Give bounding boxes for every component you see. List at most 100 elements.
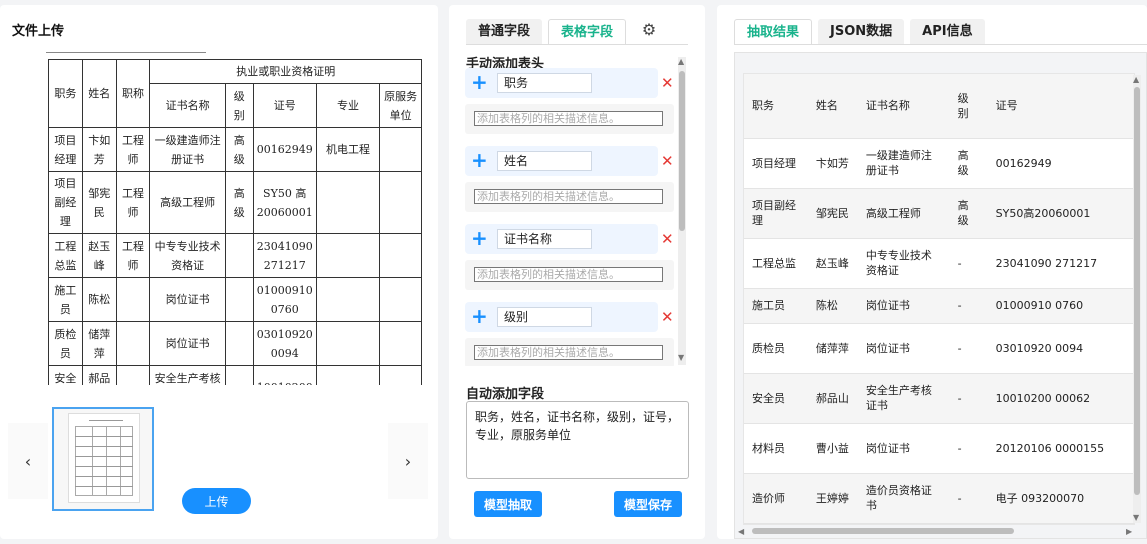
field-name-input[interactable]: 级别 bbox=[497, 307, 592, 327]
auto-field-textarea[interactable]: 职务，姓名，证书名称，级别，证号，专业，原服务单位 bbox=[466, 401, 689, 479]
table-row[interactable]: 质检员 储萍萍 岗位证书 -03010920 0094 bbox=[744, 323, 1134, 374]
tab-table-fields[interactable]: 表格字段 bbox=[548, 19, 627, 45]
table-row[interactable]: 造价师 王婷婷 造价员资格证书 - 电子 093200070 bbox=[744, 473, 1134, 524]
result-cell: 高级 bbox=[949, 188, 988, 239]
field-config-panel: 普通字段 表格字段 ⚙ 手动添加表头 + 职务 ✕ 添加表格列的相关描述信息。 + 姓名 ✕… bbox=[449, 5, 705, 539]
field-name-input[interactable]: 职务 bbox=[497, 73, 592, 93]
thumb-prev-button[interactable]: ‹ bbox=[8, 423, 48, 499]
tab-json-data[interactable]: JSON数据 bbox=[818, 19, 905, 45]
plus-icon[interactable]: + bbox=[471, 305, 488, 327]
result-cell: 23041090 271217 bbox=[987, 238, 1134, 289]
scroll-down-icon[interactable]: ▼ bbox=[1133, 513, 1139, 522]
doc-row: 施工员 陈松 岗位证书 01000910 0760 bbox=[48, 277, 422, 322]
result-header-cell: 证书名称 bbox=[857, 74, 950, 139]
document-preview[interactable]: 职务 姓名 职称 执业或职业资格证明 证书名称 级别 证号 专业 原服务单位 项目经理 卞如芳 工程师… bbox=[46, 43, 422, 385]
field-desc-row: 添加表格列的相关描述信息。 bbox=[465, 104, 674, 134]
result-table: 职务 姓名 证书名称 级别 证号 项目经理 卞如芳 一级建造师注册证书 高级 00162949 项目… bbox=[744, 74, 1134, 524]
result-cell: 岗位证书 bbox=[857, 288, 950, 324]
model-extract-button[interactable]: 模型抽取 bbox=[474, 491, 542, 517]
doc-cell: 机电工程 bbox=[315, 127, 381, 172]
field-header-row: + 证书名称 ✕ bbox=[465, 224, 674, 254]
doc-cell: 03010920 0094 bbox=[252, 321, 317, 366]
plus-icon[interactable]: + bbox=[471, 71, 488, 93]
doc-cell: 高级 bbox=[224, 171, 254, 234]
result-header-cell: 级别 bbox=[949, 74, 988, 139]
result-cell: - bbox=[949, 373, 988, 424]
plus-icon[interactable]: + bbox=[471, 149, 488, 171]
doc-cell bbox=[379, 127, 422, 172]
doc-cell: 专业 bbox=[315, 83, 381, 128]
doc-cell: 姓名 bbox=[81, 59, 117, 128]
close-icon[interactable]: ✕ bbox=[661, 74, 674, 92]
doc-cell: 赵玉峰 bbox=[81, 233, 117, 278]
doc-cell bbox=[224, 321, 254, 366]
field-header-row: + 姓名 ✕ bbox=[465, 146, 674, 176]
table-row[interactable]: 安全员 郝品山 安全生产考核证书 -10010200 00062 bbox=[744, 373, 1134, 424]
result-cell: 安全员 bbox=[744, 373, 808, 424]
field-desc-input[interactable]: 添加表格列的相关描述信息。 bbox=[474, 111, 663, 126]
result-cell: 郝品山 bbox=[807, 373, 858, 424]
scroll-down-icon[interactable]: ▼ bbox=[678, 353, 684, 362]
field-desc-input[interactable]: 添加表格列的相关描述信息。 bbox=[474, 345, 663, 360]
close-icon[interactable]: ✕ bbox=[661, 308, 674, 326]
doc-row: 工程总监 赵玉峰 工程师 中专专业技术资格证 23041090 271217 bbox=[48, 233, 422, 278]
table-row[interactable]: 项目副经理 邹宪民 高级工程师 高级 SY50高20060001 bbox=[744, 188, 1134, 239]
page-thumbnail[interactable] bbox=[52, 407, 154, 511]
doc-row: 安全员郝品山 安全生产考核证书 10010200 bbox=[48, 365, 422, 385]
scrollbar-thumb[interactable] bbox=[752, 528, 1014, 534]
result-vscroll[interactable]: ▲ ▼ bbox=[1133, 75, 1141, 523]
result-cell: 邹宪民 bbox=[807, 188, 858, 239]
doc-cell: 中专专业技术资格证 bbox=[149, 233, 226, 278]
gear-icon[interactable]: ⚙ bbox=[639, 20, 659, 40]
field-name-input[interactable]: 证书名称 bbox=[497, 229, 592, 249]
result-cell: 00162949 bbox=[987, 138, 1134, 189]
doc-cell: 一级建造师注册证书 bbox=[149, 127, 226, 172]
tab-extract-result[interactable]: 抽取结果 bbox=[734, 19, 813, 45]
field-list: + 职务 ✕ 添加表格列的相关描述信息。 + 姓名 ✕ 添加表格列的相关描述信息。 + 证书名称 ✕… bbox=[465, 68, 678, 366]
upload-button[interactable]: 上传 bbox=[182, 488, 251, 514]
table-row[interactable]: 工程总监 赵玉峰 中专专业技术资格证 -23041090 271217 bbox=[744, 238, 1134, 289]
doc-cell: 证号 bbox=[252, 83, 317, 128]
result-cell: - bbox=[949, 473, 988, 524]
result-cell: SY50高20060001 bbox=[987, 188, 1134, 239]
result-hscroll[interactable]: ◀ ▶ bbox=[734, 526, 1138, 536]
result-cell: 储萍萍 bbox=[807, 323, 858, 374]
result-cell: 安全生产考核证书 bbox=[857, 373, 950, 424]
doc-row: 项目经理 卞如芳 工程师 一级建造师注册证书 高级 00162949 机电工程 bbox=[48, 127, 422, 172]
table-row[interactable]: 施工员 陈松 岗位证书 -01000910 0760 bbox=[744, 288, 1134, 324]
result-header-cell: 姓名 bbox=[807, 74, 858, 139]
field-list-scrollbar[interactable]: ▲ ▼ bbox=[678, 57, 686, 365]
scroll-right-icon[interactable]: ▶ bbox=[1126, 527, 1132, 536]
doc-cell: 卞如芳 bbox=[81, 127, 117, 172]
thumb-next-button[interactable]: › bbox=[388, 423, 428, 499]
doc-row: 项目副经理 邹宪民 工程师 高级工程师 高级 SY50 高 20060001 bbox=[48, 171, 422, 234]
doc-cell bbox=[115, 365, 151, 385]
close-icon[interactable]: ✕ bbox=[661, 152, 674, 170]
tab-normal-fields[interactable]: 普通字段 bbox=[466, 19, 543, 45]
result-cell: 材料员 bbox=[744, 423, 808, 474]
scrollbar-thumb[interactable] bbox=[679, 71, 685, 231]
table-row[interactable]: 项目经理 卞如芳 一级建造师注册证书 高级 00162949 bbox=[744, 138, 1134, 189]
field-desc-input[interactable]: 添加表格列的相关描述信息。 bbox=[474, 267, 663, 282]
result-cell: 10010200 00062 bbox=[987, 373, 1134, 424]
model-save-button[interactable]: 模型保存 bbox=[614, 491, 682, 517]
scroll-left-icon[interactable]: ◀ bbox=[738, 527, 744, 536]
scroll-up-icon[interactable]: ▲ bbox=[678, 57, 684, 66]
result-cell: 项目经理 bbox=[744, 138, 808, 189]
result-table-card: 职务 姓名 证书名称 级别 证号 项目经理 卞如芳 一级建造师注册证书 高级 00162949 项目… bbox=[743, 73, 1135, 525]
field-desc-input[interactable]: 添加表格列的相关描述信息。 bbox=[474, 189, 663, 204]
field-name-input[interactable]: 姓名 bbox=[497, 151, 592, 171]
doc-cell: 级别 bbox=[224, 83, 254, 128]
tab-api-info[interactable]: API信息 bbox=[910, 19, 985, 45]
plus-icon[interactable]: + bbox=[471, 227, 488, 249]
scroll-up-icon[interactable]: ▲ bbox=[1133, 75, 1139, 84]
scrollbar-thumb[interactable] bbox=[1134, 87, 1140, 495]
doc-cell: 职务 bbox=[48, 59, 83, 128]
table-row[interactable]: 材料员 曹小益 岗位证书 -20120106 0000155 bbox=[744, 423, 1134, 474]
close-icon[interactable]: ✕ bbox=[661, 230, 674, 248]
result-cell: 高级工程师 bbox=[857, 188, 950, 239]
thumbnail-page bbox=[68, 413, 140, 503]
document-table: 职务 姓名 职称 执业或职业资格证明 证书名称 级别 证号 专业 原服务单位 项目经理 卞如芳 工程师… bbox=[48, 59, 422, 385]
field-desc-row: 添加表格列的相关描述信息。 bbox=[465, 260, 674, 290]
chevron-left-icon: ‹ bbox=[24, 451, 32, 471]
